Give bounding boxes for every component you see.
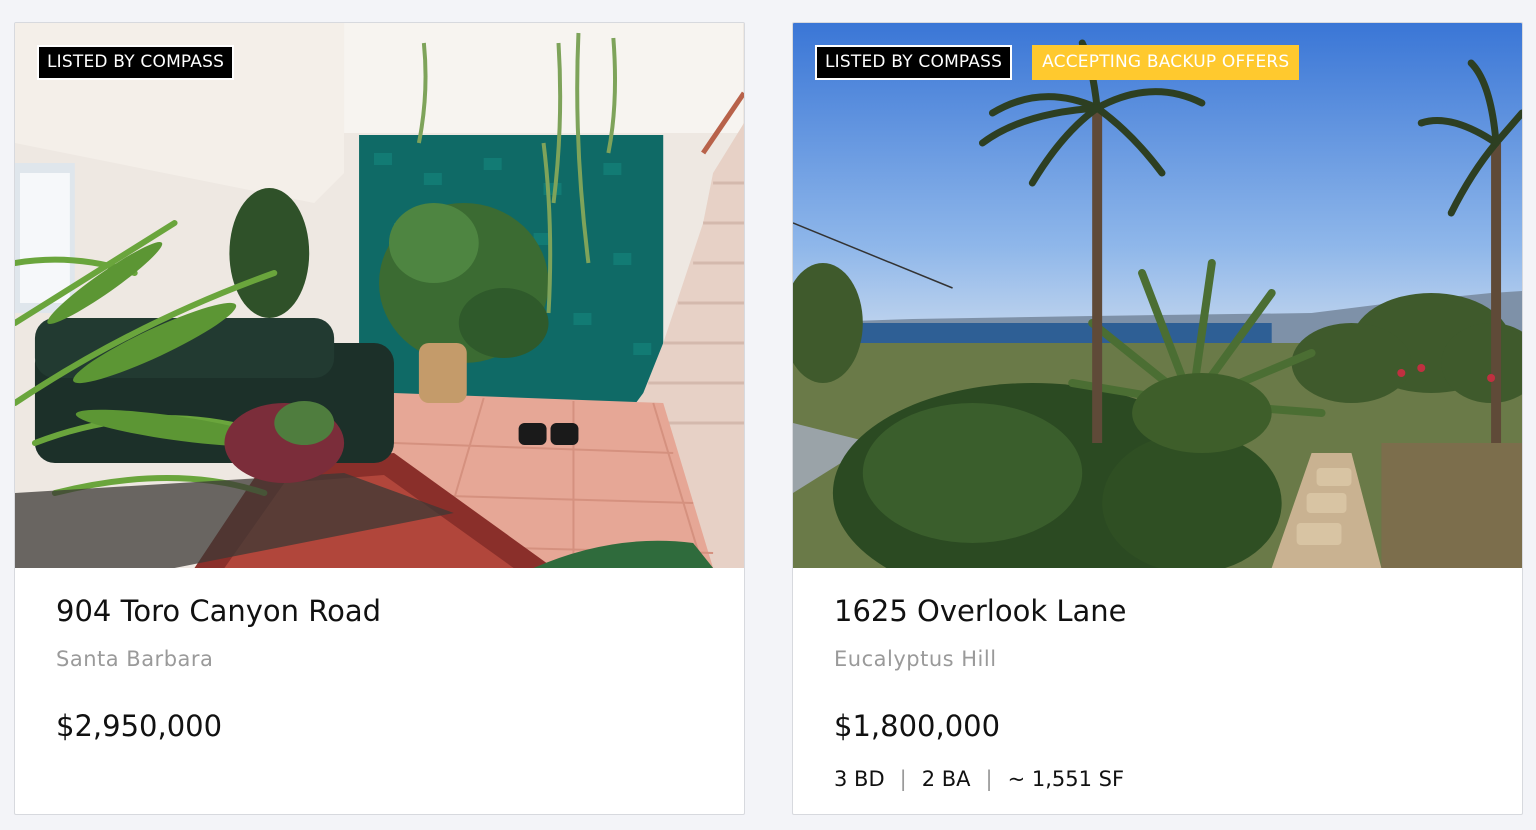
listing-photo[interactable] — [15, 23, 744, 568]
beds-count: 3 BD — [834, 767, 885, 791]
listed-by-compass-badge: LISTED BY COMPASS — [815, 45, 1013, 80]
ocean-view-photo-image — [793, 23, 1522, 568]
listing-card[interactable]: LISTED BY COMPASS ACCEPTING BACKUP OFFER… — [792, 22, 1523, 815]
square-footage: ~ 1,551 SF — [1007, 767, 1125, 791]
listing-price: $2,950,000 — [56, 709, 223, 743]
baths-count: 2 BA — [921, 767, 971, 791]
interior-photo-image — [15, 23, 744, 568]
listing-locality: Eucalyptus Hill — [834, 647, 997, 671]
listing-locality: Santa Barbara — [56, 647, 214, 671]
badge-group: LISTED BY COMPASS — [37, 45, 235, 80]
listed-by-compass-badge: LISTED BY COMPASS — [37, 45, 235, 80]
spec-divider: | — [899, 767, 907, 791]
listing-specs: 3 BD | 2 BA | ~ 1,551 SF — [834, 767, 1124, 791]
listing-address[interactable]: 1625 Overlook Lane — [834, 594, 1126, 628]
listing-price: $1,800,000 — [834, 709, 1001, 743]
listing-card[interactable]: LISTED BY COMPASS 904 Toro Canyon Road S… — [14, 22, 745, 815]
badge-group: LISTED BY COMPASS ACCEPTING BACKUP OFFER… — [815, 45, 1300, 80]
backup-offers-badge: ACCEPTING BACKUP OFFERS — [1032, 45, 1300, 80]
listing-photo[interactable] — [793, 23, 1522, 568]
spec-divider: | — [985, 767, 993, 791]
listing-address[interactable]: 904 Toro Canyon Road — [56, 594, 381, 628]
